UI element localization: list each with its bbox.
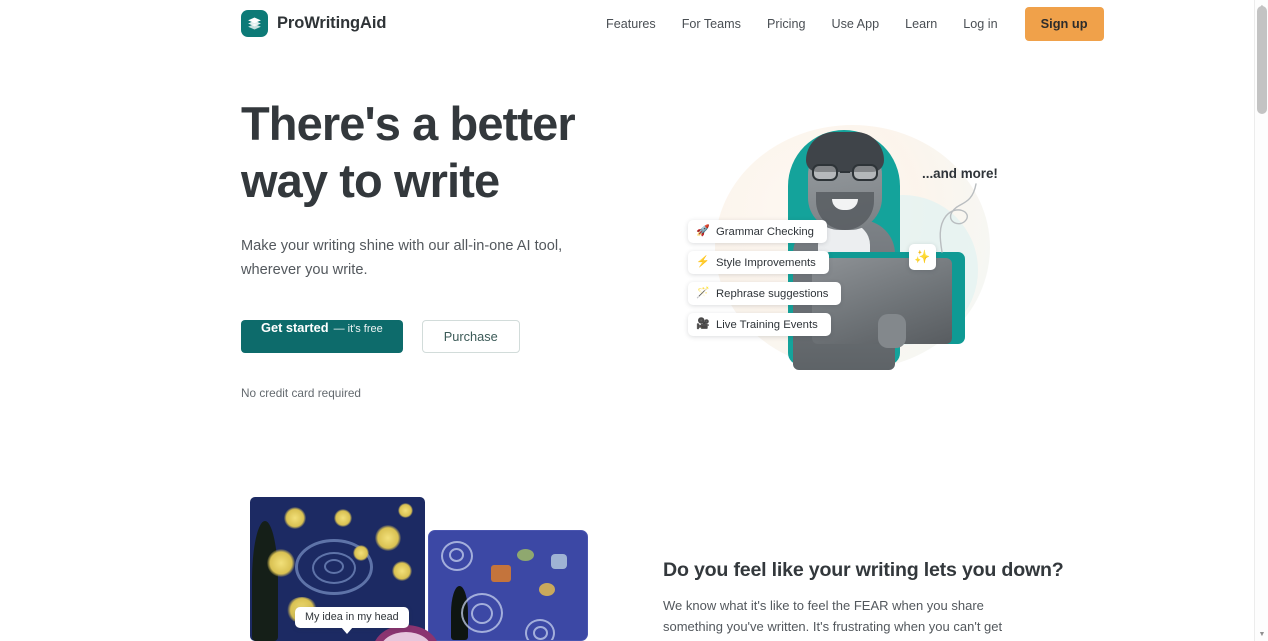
nav-item-use-app[interactable]: Use App [818, 12, 892, 37]
brand-logo-link[interactable]: ProWritingAid [241, 10, 386, 37]
section2-title: Do you feel like your writing lets you d… [663, 559, 1064, 581]
video-camera-icon: 🎥 [696, 318, 710, 330]
feature-chip-live-training-events[interactable]: 🎥 Live Training Events [688, 313, 831, 336]
no-credit-card-note: No credit card required [241, 386, 361, 400]
feature-chip-style-improvements[interactable]: ⚡ Style Improvements [688, 251, 829, 274]
nav-item-features[interactable]: Features [600, 12, 669, 37]
get-started-button[interactable]: Get started — it's free [241, 320, 403, 353]
feature-chip-label: Live Training Events [716, 318, 818, 331]
flat-blue-painting [428, 530, 588, 641]
hero-subtitle: Make your writing shine with our all-in-… [241, 238, 563, 278]
purchase-button[interactable]: Purchase [421, 320, 520, 353]
hero-title: There's a better way to write [241, 97, 576, 207]
feature-chip-rephrase-suggestions[interactable]: 🪄 Rephrase suggestions [688, 282, 842, 305]
feature-chip-label: Style Improvements [716, 256, 816, 269]
landing-page: ProWritingAid Features For Teams Pricing… [0, 0, 1268, 641]
section2-body: We know what it's like to feel the FEAR … [663, 598, 1003, 641]
scroll-down-arrow-icon[interactable]: ▼ [1255, 627, 1268, 641]
nav-item-for-teams[interactable]: For Teams [669, 12, 754, 37]
lightning-icon: ⚡ [696, 256, 710, 268]
curved-arrow-icon [939, 183, 977, 253]
feature-chip-grammar-checking[interactable]: 🚀 Grammar Checking [688, 220, 827, 243]
feature-chip-label: Grammar Checking [716, 225, 814, 238]
idea-in-my-head-label: My idea in my head [295, 607, 409, 634]
hero-copy: There's a better way to write Make your … [241, 95, 641, 400]
section2-copy: Do you feel like your writing lets you d… [663, 559, 1064, 641]
magic-wand-icon: 🪄 [696, 287, 710, 299]
cypress-tree [252, 521, 278, 641]
hero-illustration: 🚀 Grammar Checking ⚡ Style Improvements … [660, 100, 1020, 395]
scrollbar-thumb[interactable] [1257, 6, 1267, 114]
feature-chip-label: Rephrase suggestions [716, 287, 829, 300]
get-started-label: Get started [261, 320, 329, 335]
sparkles-icon: ✨ [909, 244, 936, 270]
brand-name: ProWritingAid [277, 14, 387, 32]
nav-item-log-in[interactable]: Log in [950, 12, 1010, 37]
get-started-suffix: — it's free [333, 323, 383, 335]
hero-actions: Get started — it's free Purchase [241, 320, 641, 353]
eyeglasses-icon [812, 164, 878, 181]
nav-item-pricing[interactable]: Pricing [754, 12, 819, 37]
idea-vs-reality-illustration: My idea in my head [250, 497, 590, 641]
rocket-icon: 🚀 [696, 225, 710, 237]
person-hand [878, 314, 906, 348]
site-header: ProWritingAid Features For Teams Pricing… [0, 0, 1255, 48]
book-pages-icon [241, 10, 268, 37]
primary-nav: Features For Teams Pricing Use App Learn… [600, 0, 1104, 48]
and-more-label: ...and more! [922, 166, 998, 181]
sign-up-button[interactable]: Sign up [1024, 7, 1104, 41]
page-scrollbar[interactable]: ▲ ▼ [1254, 0, 1268, 641]
nav-item-learn[interactable]: Learn [892, 12, 950, 37]
feature-chip-list: 🚀 Grammar Checking ⚡ Style Improvements … [688, 220, 842, 336]
